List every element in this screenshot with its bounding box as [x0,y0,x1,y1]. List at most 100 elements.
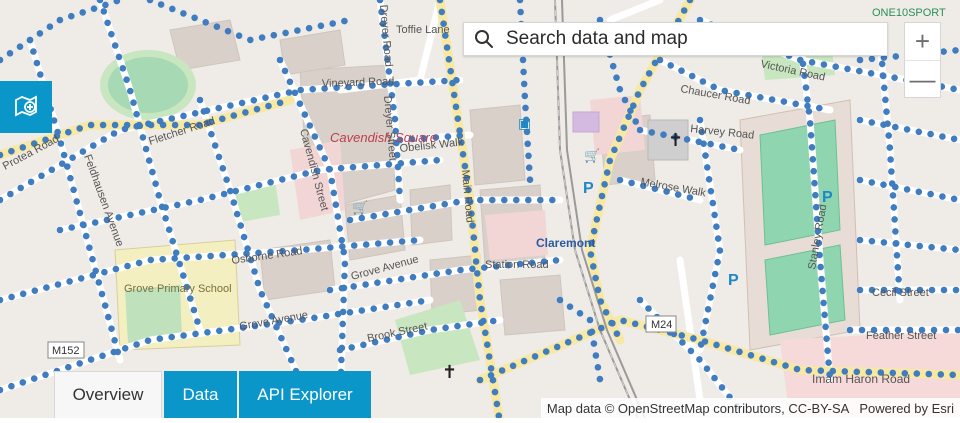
data-point[interactable] [73,198,80,205]
data-point[interactable] [696,356,703,363]
data-point[interactable] [736,348,743,356]
data-point[interactable] [191,110,199,117]
data-point[interactable] [449,79,456,87]
data-point[interactable] [42,371,49,379]
data-point[interactable] [334,213,342,220]
data-point[interactable] [65,363,72,371]
data-point[interactable] [33,59,41,67]
data-point[interactable] [498,367,506,374]
data-point[interactable] [519,56,527,64]
data-point[interactable] [915,128,923,136]
data-point[interactable] [135,121,143,129]
data-point[interactable] [240,233,248,241]
data-point[interactable] [340,248,348,256]
data-point[interactable] [939,193,946,200]
data-point[interactable] [472,258,480,265]
data-point[interactable] [587,251,595,258]
data-point[interactable] [200,108,208,115]
data-point[interactable] [394,163,402,171]
data-point[interactable] [882,96,889,104]
data-point[interactable] [885,132,892,139]
data-point[interactable] [326,286,334,294]
data-point[interactable] [30,375,38,382]
data-point[interactable] [303,246,310,253]
data-point[interactable] [707,294,714,301]
data-point[interactable] [207,252,214,260]
data-point[interactable] [856,236,864,244]
data-point[interactable] [679,339,686,346]
data-point[interactable] [36,30,44,37]
data-point[interactable] [157,1,165,8]
data-point[interactable] [287,356,295,364]
data-point[interactable] [887,156,894,163]
data-point[interactable] [459,151,467,158]
data-point[interactable] [350,283,358,290]
data-point[interactable] [525,152,532,160]
data-point[interactable] [810,167,817,175]
data-point[interactable] [370,305,378,313]
data-point[interactable] [593,216,601,223]
data-point[interactable] [60,151,68,159]
data-point[interactable] [525,196,532,204]
data-point[interactable] [454,115,462,122]
data-point[interactable] [196,96,204,104]
data-point[interactable] [903,126,911,133]
data-point[interactable] [441,200,449,208]
data-point[interactable] [316,144,324,151]
data-point[interactable] [139,134,147,141]
data-point[interactable] [209,193,216,201]
data-point[interactable] [180,10,187,17]
data-point[interactable] [704,306,712,313]
data-point[interactable] [66,278,73,285]
data-point[interactable] [594,286,602,294]
data-point[interactable] [397,275,405,283]
data-point[interactable] [592,352,600,359]
data-point[interactable] [396,187,403,195]
data-point[interactable] [927,190,934,198]
data-point[interactable] [8,147,15,155]
data-point[interactable] [441,77,448,85]
data-point[interactable] [121,345,129,352]
data-point[interactable] [68,12,75,20]
data-point[interactable] [438,8,446,16]
data-point[interactable] [326,165,334,173]
data-point[interactable] [596,204,603,211]
data-point[interactable] [215,104,222,112]
data-point[interactable] [819,287,826,295]
data-point[interactable] [108,325,115,333]
data-point[interactable] [806,120,814,127]
data-point[interactable] [702,317,710,325]
data-point[interactable] [100,136,107,143]
data-point[interactable] [281,67,289,75]
data-point[interactable] [714,258,721,266]
data-point[interactable] [162,215,169,222]
data-point[interactable] [294,27,301,34]
data-point[interactable] [537,196,544,204]
data-point[interactable] [187,295,194,302]
data-point[interactable] [690,335,697,342]
data-point[interactable] [478,305,485,313]
data-point[interactable] [258,34,266,41]
data-point[interactable] [174,201,181,209]
data-point[interactable] [172,249,180,256]
data-point[interactable] [811,179,818,187]
data-point[interactable] [270,31,278,39]
data-point[interactable] [699,78,707,85]
data-point[interactable] [417,298,425,305]
data-point[interactable] [867,70,875,77]
data-point[interactable] [112,265,120,273]
data-point[interactable] [114,348,122,356]
data-point[interactable] [69,154,76,161]
data-point[interactable] [92,267,99,275]
data-point[interactable] [382,210,389,218]
data-point[interactable] [158,203,166,211]
data-point[interactable] [144,337,152,345]
data-point[interactable] [634,91,642,98]
data-point[interactable] [454,322,461,330]
data-point[interactable] [76,209,84,217]
data-point[interactable] [282,29,289,37]
data-point[interactable] [625,113,632,120]
data-point[interactable] [48,166,56,174]
data-point[interactable] [522,104,529,112]
data-point[interactable] [928,286,936,294]
